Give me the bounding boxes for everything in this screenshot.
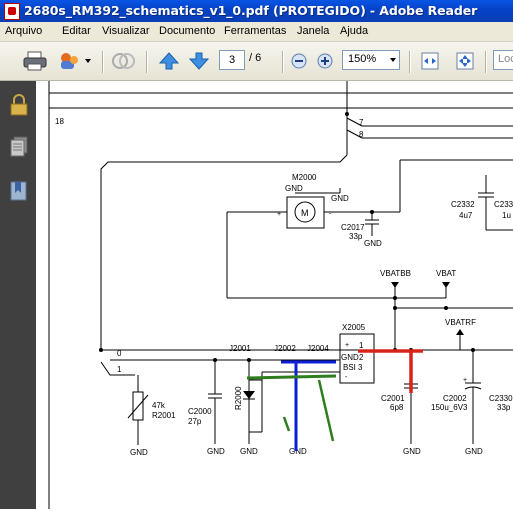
menu-editar[interactable]: Editar [62, 25, 91, 37]
net-label-18: 18 [55, 117, 64, 126]
net-label-7: 7 [359, 118, 364, 127]
x2005-pin2: 2 [359, 353, 364, 362]
c2001-value: 6p8 [390, 403, 404, 412]
c2001-label: C2001 [381, 394, 405, 403]
c2002-plus: + [463, 377, 467, 384]
gnd-label: GND [465, 447, 483, 456]
c2017-label: C2017 [341, 223, 365, 232]
gnd-label: GND [364, 239, 382, 248]
fit-page-icon[interactable] [455, 51, 475, 71]
c2002-label: C2002 [443, 394, 467, 403]
bookmarks-icon[interactable] [9, 180, 29, 202]
navigation-pane [0, 81, 36, 509]
print-icon[interactable] [22, 50, 48, 72]
c2017-value: 33p [349, 232, 363, 241]
toolbar-separator [485, 51, 487, 73]
schematic-drawing: 18 7 8 M2000 GND GND M + - C2017 33p GND… [48, 81, 513, 509]
search-input[interactable]: Loc [493, 50, 513, 70]
vbatrf-label: VBATRF [445, 318, 476, 327]
c2330-label: C2330 [489, 394, 513, 403]
toolbar-separator [146, 51, 148, 73]
gnd-label: GND [130, 448, 148, 457]
gnd-label: GND [285, 184, 303, 193]
document-view[interactable]: 18 7 8 M2000 GND GND M + - C2017 33p GND… [36, 81, 513, 509]
r2001-label: R2001 [152, 411, 176, 420]
adobe-reader-app-icon [4, 3, 20, 20]
page-separator: / [249, 52, 253, 64]
menu-janela[interactable]: Janela [297, 25, 329, 37]
m2000-label: M2000 [292, 173, 317, 182]
collaborate-icon [112, 53, 135, 69]
page-total: / 6 [249, 52, 261, 64]
c2000-value: 27p [188, 417, 202, 426]
gnd-label: GND [240, 447, 258, 456]
gnd-label: GND [289, 447, 307, 456]
x2005-pin3: 3 [358, 363, 363, 372]
c233-label: C233 [494, 200, 513, 209]
x2005-bsi: BSI [343, 363, 356, 372]
gnd-label: GND [403, 447, 421, 456]
page-number-input[interactable]: 3 [219, 50, 245, 70]
net-label-8: 8 [359, 130, 364, 139]
x2005-pin1: 1 [359, 341, 364, 350]
previous-page-icon[interactable] [158, 51, 180, 71]
c2330-value: 33p [497, 403, 511, 412]
x2005-minus: - [345, 374, 348, 381]
zoom-out-icon[interactable] [291, 53, 307, 69]
menu-visualizar[interactable]: Visualizar [102, 25, 150, 37]
gnd-label: GND [331, 194, 349, 203]
c2332-value: 4u7 [459, 211, 473, 220]
r2001-value: 47k [152, 401, 166, 410]
motor-symbol: M [301, 208, 309, 218]
next-page-icon[interactable] [188, 51, 210, 71]
zoom-in-icon[interactable] [317, 53, 333, 69]
chevron-down-icon [390, 58, 396, 62]
lock-icon[interactable] [9, 94, 29, 116]
menu-ferramentas[interactable]: Ferramentas [224, 25, 286, 37]
menu-ajuda[interactable]: Ajuda [340, 25, 368, 37]
menu-arquivo[interactable]: Arquivo [5, 25, 42, 37]
window-title: 2680s_RM392_schematics_v1_0.pdf (PROTEGI… [24, 3, 478, 18]
gnd-label: GND [207, 447, 225, 456]
share-icon[interactable] [58, 50, 94, 72]
menu-documento[interactable]: Documento [159, 25, 215, 37]
search-placeholder: Loc [498, 53, 513, 65]
zoom-level-value: 150% [348, 53, 377, 65]
toolbar-separator [409, 51, 411, 73]
x2005-label: X2005 [342, 323, 366, 332]
j2002-label: J2002 [274, 344, 296, 353]
total-pages: 6 [255, 52, 262, 64]
net-label-0: 0 [117, 349, 122, 358]
toolbar-separator [282, 51, 284, 73]
j2001-label: J2001 [229, 344, 251, 353]
zoom-level-select[interactable]: 150% [342, 50, 400, 70]
toolbar-separator [102, 51, 104, 73]
x2005-plus: + [345, 342, 349, 349]
title-bar: 2680s_RM392_schematics_v1_0.pdf (PROTEGI… [0, 0, 513, 22]
pages-icon[interactable] [9, 136, 29, 158]
c233-value: 1u [502, 211, 511, 220]
toolbar: 3 / 6 150% Loc [0, 42, 513, 81]
c2002-value: 150u_6V3 [431, 403, 468, 412]
menu-bar: Arquivo Editar Visualizar Documento Ferr… [0, 22, 513, 42]
c2000-label: C2000 [188, 407, 212, 416]
fit-width-icon[interactable] [420, 51, 440, 71]
vbatbb-label: VBATBB [380, 269, 411, 278]
x2005-gnd: GND [341, 353, 359, 362]
j2004-label: J2004 [307, 344, 329, 353]
c2332-label: C2332 [451, 200, 475, 209]
net-label-1: 1 [117, 365, 122, 374]
r2000-label: R2000 [234, 386, 243, 410]
vbat-label: VBAT [436, 269, 456, 278]
